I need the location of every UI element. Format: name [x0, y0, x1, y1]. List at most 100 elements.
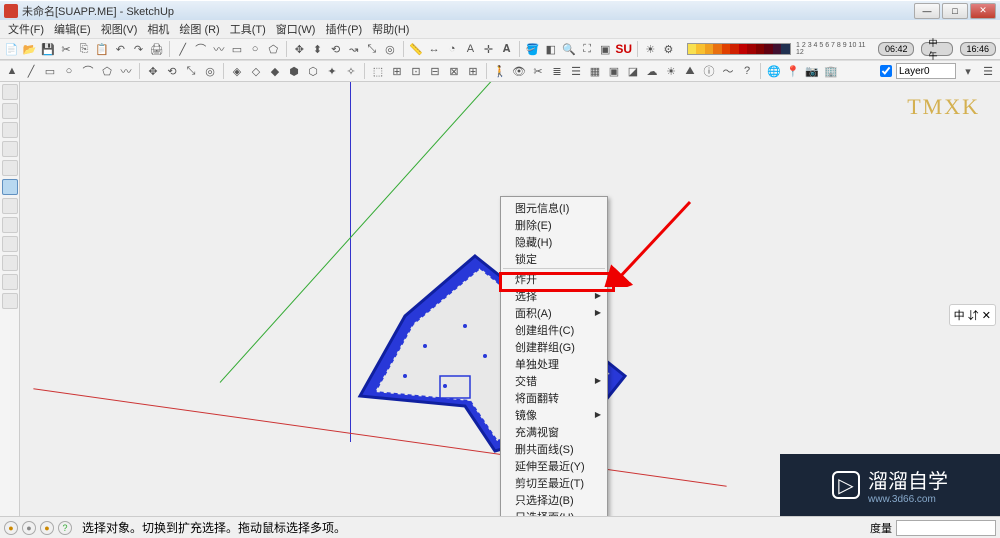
- sandbox-icon[interactable]: ⛰: [682, 63, 698, 79]
- status-info-icon[interactable]: ●: [4, 521, 18, 535]
- walk-icon[interactable]: 🚶: [492, 63, 508, 79]
- style2-icon[interactable]: ◇: [248, 63, 264, 79]
- ctx-item-Y[interactable]: 延伸至最近(Y): [501, 457, 607, 474]
- offset2-icon[interactable]: ◎: [202, 63, 218, 79]
- menu-camera[interactable]: 相机: [143, 21, 173, 37]
- minimize-button[interactable]: —: [914, 3, 940, 19]
- menu-plugins[interactable]: 插件(P): [321, 21, 366, 37]
- view-top-icon[interactable]: ⊞: [389, 63, 405, 79]
- rotate-icon[interactable]: ⟲: [328, 41, 343, 57]
- 3dtext-icon[interactable]: 𝐀: [499, 41, 514, 57]
- ctx-item-S[interactable]: 删共面线(S): [501, 440, 607, 457]
- layer-visible-checkbox[interactable]: [880, 65, 892, 77]
- close-button[interactable]: ✕: [970, 3, 996, 19]
- comp2-icon[interactable]: ▣: [606, 63, 622, 79]
- poly2-icon[interactable]: ⬠: [99, 63, 115, 79]
- rotate2-icon[interactable]: ⟲: [164, 63, 180, 79]
- soften-icon[interactable]: 〜: [720, 63, 736, 79]
- view-back-icon[interactable]: ⊠: [446, 63, 462, 79]
- ctx-item-T[interactable]: 剪切至最近(T): [501, 474, 607, 491]
- shadow2-icon[interactable]: ☀: [663, 63, 679, 79]
- ctx-item-C[interactable]: 创建组件(C): [501, 321, 607, 338]
- lt-tape-icon[interactable]: [2, 274, 18, 290]
- style7-icon[interactable]: ✧: [343, 63, 359, 79]
- rect2-icon[interactable]: ▭: [42, 63, 58, 79]
- paint-icon[interactable]: 🪣: [525, 41, 540, 57]
- freehand-icon[interactable]: 〰: [211, 41, 226, 57]
- tape-icon[interactable]: 📏: [408, 41, 423, 57]
- view-iso-icon[interactable]: ⬚: [370, 63, 386, 79]
- lt-select-icon[interactable]: [2, 84, 18, 100]
- axes-icon[interactable]: ✛: [481, 41, 496, 57]
- lt-scale-icon[interactable]: [2, 236, 18, 252]
- ctx-item-[interactable]: 单独处理: [501, 355, 607, 372]
- layer-manager-icon[interactable]: ☰: [980, 63, 996, 79]
- protractor-icon[interactable]: ◔: [445, 41, 460, 57]
- move-icon[interactable]: ✥: [292, 41, 307, 57]
- lt-rect-icon[interactable]: [2, 122, 18, 138]
- eraser-icon[interactable]: ◧: [543, 41, 558, 57]
- lt-push-icon[interactable]: [2, 179, 18, 195]
- lt-offset-icon[interactable]: [2, 255, 18, 271]
- style3-icon[interactable]: ◆: [267, 63, 283, 79]
- ime-indicator[interactable]: 中 ⇵ ✕: [949, 304, 996, 326]
- save-icon[interactable]: 💾: [40, 41, 55, 57]
- suapp-icon[interactable]: SU: [616, 41, 632, 57]
- lt-line-icon[interactable]: [2, 103, 18, 119]
- menu-view[interactable]: 视图(V): [97, 21, 142, 37]
- ctx-item-[interactable]: 交错▶: [501, 372, 607, 389]
- measurement-field[interactable]: [896, 520, 996, 536]
- scale2-icon[interactable]: ⤡: [183, 63, 199, 79]
- redo-icon[interactable]: ↷: [131, 41, 146, 57]
- status-geo-icon[interactable]: ●: [40, 521, 54, 535]
- followme-icon[interactable]: ↝: [346, 41, 361, 57]
- view-left-icon[interactable]: ⊞: [465, 63, 481, 79]
- layer-options-icon[interactable]: ▾: [960, 63, 976, 79]
- menu-edit[interactable]: 编辑(E): [50, 21, 95, 37]
- shadow-toggle-icon[interactable]: ☀: [643, 41, 658, 57]
- arc-icon[interactable]: ⌒: [193, 41, 208, 57]
- dimension-icon[interactable]: ↔: [427, 41, 442, 57]
- fog-icon[interactable]: ☁: [644, 63, 660, 79]
- polygon-icon[interactable]: ⬠: [266, 41, 281, 57]
- ctx-item-A[interactable]: 面积(A)▶: [501, 304, 607, 321]
- line2-icon[interactable]: ╱: [23, 63, 39, 79]
- photo-icon[interactable]: 📷: [804, 63, 820, 79]
- menu-window[interactable]: 窗口(W): [272, 21, 320, 37]
- model-icon[interactable]: 🏢: [823, 63, 839, 79]
- lt-paint-icon[interactable]: [2, 293, 18, 309]
- mat-icon[interactable]: ▦: [587, 63, 603, 79]
- free2-icon[interactable]: 〰: [118, 63, 134, 79]
- open-icon[interactable]: 📂: [22, 41, 37, 57]
- menu-file[interactable]: 文件(F): [4, 21, 48, 37]
- ctx-item-[interactable]: 充满视窗: [501, 423, 607, 440]
- ctx-item-G[interactable]: 创建群组(G): [501, 338, 607, 355]
- ctx-item-[interactable]: 将面翻转: [501, 389, 607, 406]
- rectangle-icon[interactable]: ▭: [229, 41, 244, 57]
- ctx-item-B[interactable]: 只选择边(B): [501, 491, 607, 508]
- zoom-icon[interactable]: 🔍: [561, 41, 576, 57]
- layer-dropdown[interactable]: Layer0: [896, 63, 956, 79]
- line-icon[interactable]: ╱: [175, 41, 190, 57]
- lt-move-icon[interactable]: [2, 198, 18, 214]
- entity-info-icon[interactable]: ⓘ: [701, 63, 717, 79]
- menu-tools[interactable]: 工具(T): [226, 21, 270, 37]
- lt-rotate-icon[interactable]: [2, 217, 18, 233]
- circle2-icon[interactable]: ○: [61, 63, 77, 79]
- new-icon[interactable]: 📄: [4, 41, 19, 57]
- undo-icon[interactable]: ↶: [113, 41, 128, 57]
- style1-icon[interactable]: ◈: [229, 63, 245, 79]
- text-icon[interactable]: A: [463, 41, 478, 57]
- month-colorbar[interactable]: [687, 43, 791, 55]
- style5-icon[interactable]: ⬡: [305, 63, 321, 79]
- arc2-icon[interactable]: ⌒: [80, 63, 96, 79]
- offset-icon[interactable]: ◎: [382, 41, 397, 57]
- instructor-icon[interactable]: ?: [739, 63, 755, 79]
- layers-icon[interactable]: ≣: [549, 63, 565, 79]
- circle-icon[interactable]: ○: [248, 41, 263, 57]
- status-credit-icon[interactable]: ?: [58, 521, 72, 535]
- ad-banner[interactable]: ▷ 溜溜自学 www.3d66.com: [780, 454, 1000, 516]
- lt-arc-icon[interactable]: [2, 160, 18, 176]
- view-right-icon[interactable]: ⊟: [427, 63, 443, 79]
- copy-icon[interactable]: ⎘: [77, 41, 92, 57]
